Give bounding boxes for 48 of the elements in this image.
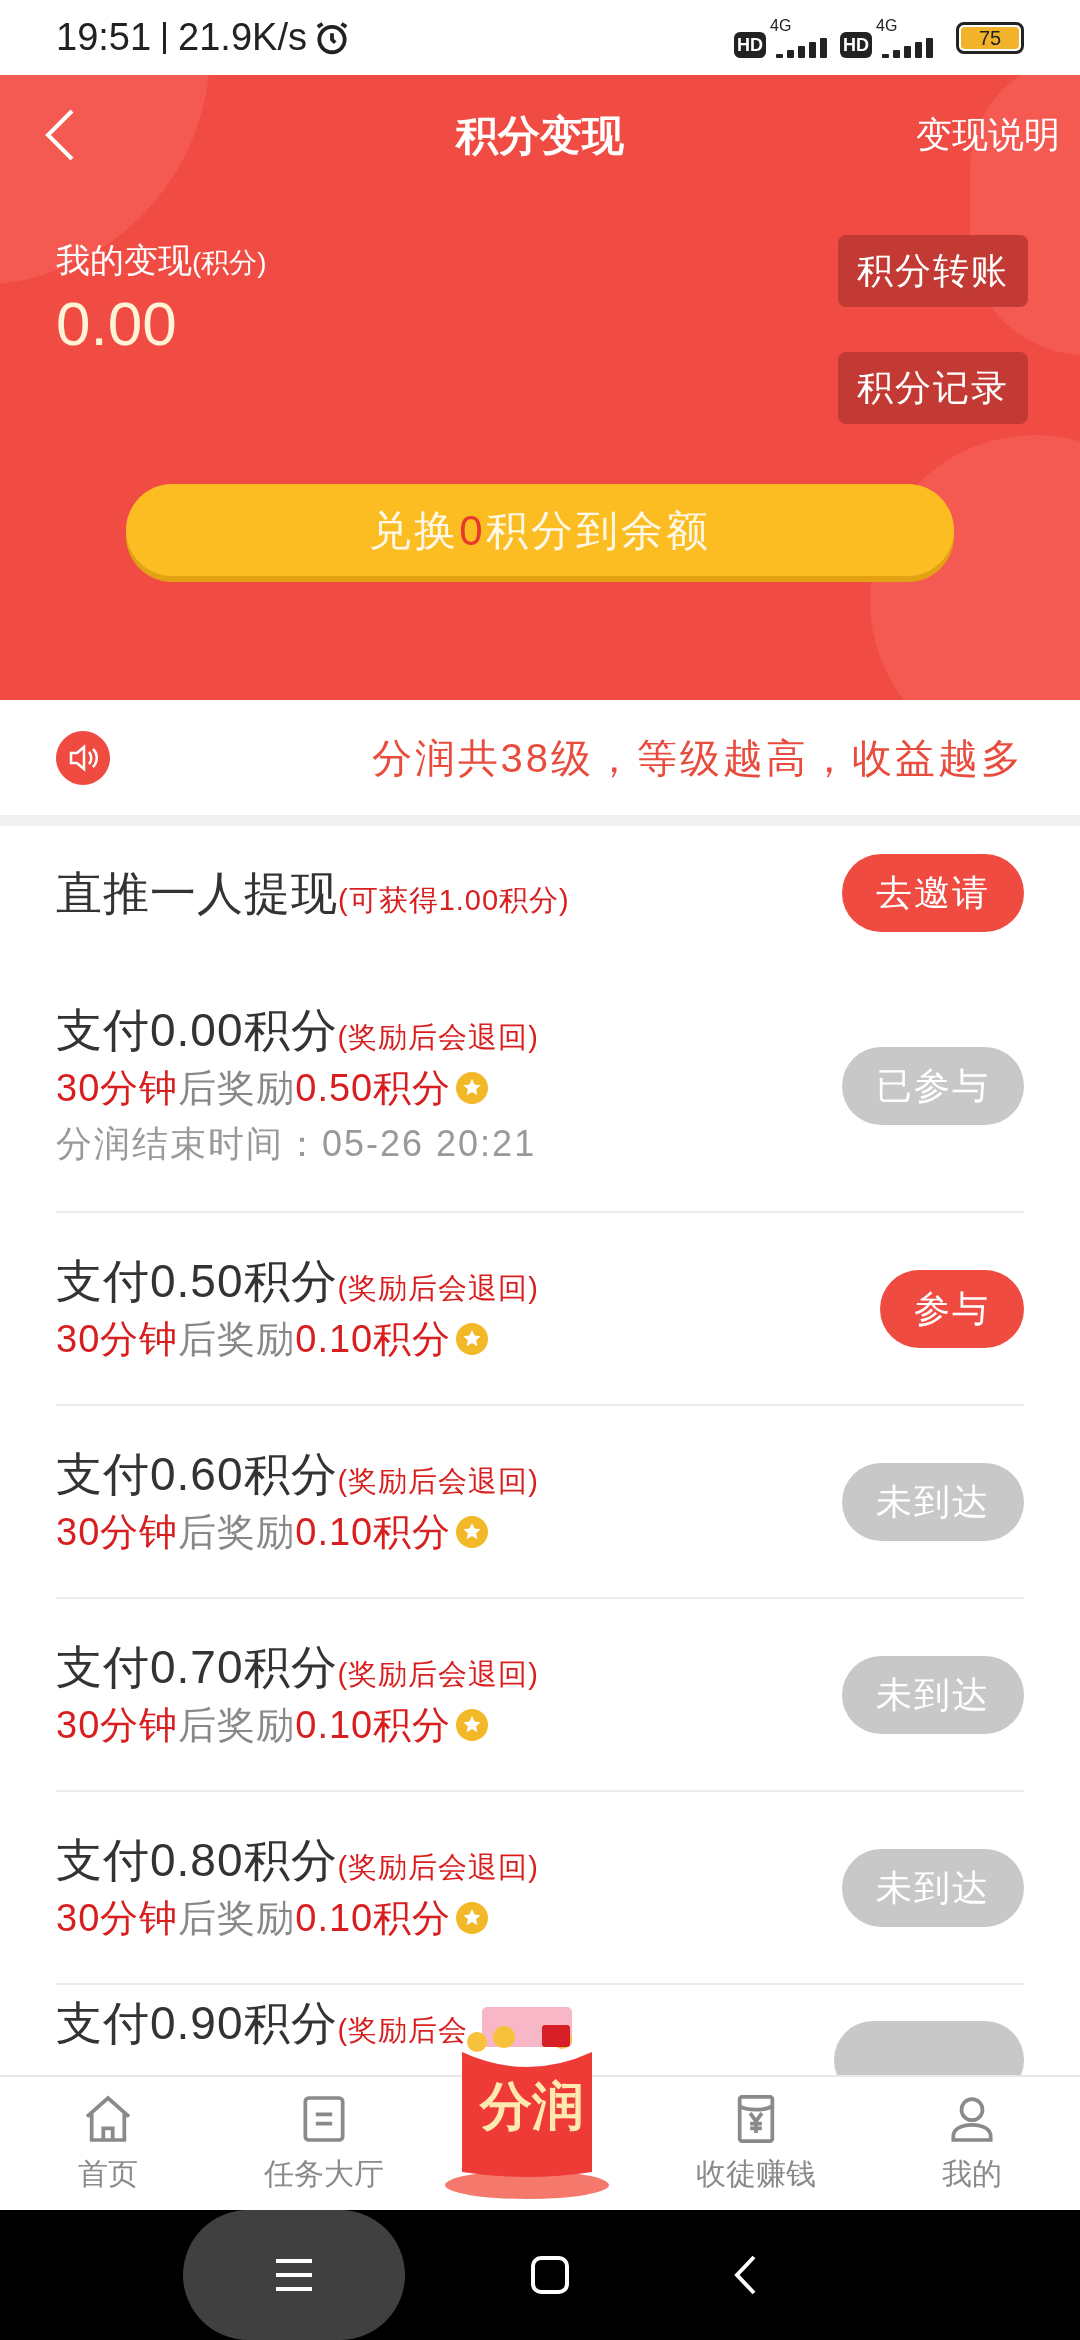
- reward-text: 30分钟后奖励0.10积分: [56, 1702, 452, 1748]
- row-note: (奖励后会退回): [337, 1463, 539, 1499]
- back-icon: [732, 2254, 758, 2296]
- coin-icon: [455, 1900, 490, 1935]
- network-speed-text: 21.9K/s: [178, 15, 307, 60]
- action-button[interactable]: 积分记录: [838, 352, 1028, 424]
- coin-icon: [455, 1070, 490, 1105]
- row-title: 支付0.00积分: [56, 1002, 338, 1058]
- tab-item[interactable]: 首页: [0, 2077, 216, 2210]
- clock-text: 19:51: [56, 15, 152, 60]
- reward-text: 30分钟后奖励0.10积分: [56, 1509, 452, 1555]
- row-title: 支付0.90积分: [56, 1996, 338, 2051]
- row-note: (奖励后会退回): [337, 1270, 539, 1306]
- action-button[interactable]: 积分转账: [838, 235, 1028, 307]
- hd-badge: HD: [840, 31, 872, 58]
- page-title: 积分变现: [456, 110, 624, 161]
- notice-text: 分润共38级，等级越高，收益越多: [371, 734, 1024, 782]
- row-title: 支付0.80积分: [56, 1832, 338, 1888]
- balance-label: 我的变现(积分): [56, 240, 267, 281]
- tab-item[interactable]: 任务大厅: [216, 2077, 432, 2210]
- battery-level-text: 75: [961, 26, 1019, 49]
- row-note: (可获得1.00积分): [338, 883, 570, 918]
- end-time-text: 分润结束时间：05-26 20:21: [56, 1121, 538, 1166]
- network-type-text: 4G: [770, 17, 792, 34]
- row-title: 支付0.60积分: [56, 1446, 338, 1502]
- row-note: (奖励后会退回): [337, 1656, 539, 1692]
- row-title: 支付0.50积分: [56, 1253, 338, 1309]
- reward-text: 30分钟后奖励0.10积分: [56, 1316, 452, 1362]
- hd-badge: HD: [734, 31, 766, 58]
- speaker-icon: [56, 730, 110, 785]
- coin-icon: [455, 1707, 490, 1742]
- row-title: 支付0.70积分: [56, 1639, 338, 1695]
- reward-text: 30分钟后奖励0.50积分: [56, 1065, 452, 1111]
- tab-item[interactable]: 收徒赚钱: [648, 2077, 864, 2210]
- coin-icon: [455, 1514, 490, 1549]
- row-title: 直推一人提现: [56, 866, 338, 921]
- help-link[interactable]: 变现说明: [916, 108, 1060, 162]
- row-note: (奖励后会退回): [337, 1849, 539, 1885]
- reward-text: 30分钟后奖励0.10积分: [56, 1895, 452, 1941]
- action-button[interactable]: 参与: [880, 1269, 1024, 1348]
- row-note: (奖励后会: [337, 2013, 469, 2048]
- coin-icon: [455, 1321, 490, 1356]
- action-button[interactable]: 去邀请: [842, 854, 1024, 932]
- tab-item[interactable]: 我的: [864, 2077, 1080, 2210]
- balance-value: 0.00: [56, 288, 178, 360]
- row-note: (奖励后会退回): [337, 1019, 539, 1055]
- square-icon: [530, 2255, 570, 2295]
- network-type-text: 4G: [876, 17, 898, 34]
